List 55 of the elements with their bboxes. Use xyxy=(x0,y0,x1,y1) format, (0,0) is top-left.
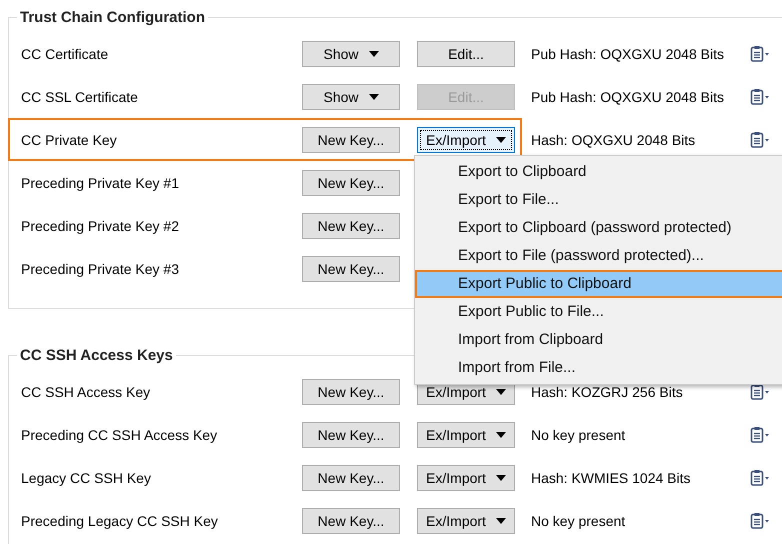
button[interactable]: New Key... xyxy=(302,422,400,448)
clipboard-icon[interactable] xyxy=(750,512,770,529)
key-info: Pub Hash: OQXGXU 2048 Bits xyxy=(531,46,725,62)
key-info: No key present xyxy=(531,426,626,442)
clipboard-icon[interactable] xyxy=(750,383,770,400)
dropdown-button[interactable]: Ex/Import xyxy=(417,126,515,152)
row-label: CC Private Key xyxy=(21,132,118,148)
dropdown-button[interactable]: Ex/Import xyxy=(417,464,515,490)
button[interactable]: New Key... xyxy=(302,378,400,404)
menu-item[interactable]: Export to Clipboard xyxy=(415,158,782,186)
button[interactable]: New Key... xyxy=(302,256,400,282)
row-label: Preceding Private Key #1 xyxy=(21,174,180,190)
dropdown-button[interactable]: Ex/Import xyxy=(417,508,515,534)
row-label: Preceding Private Key #2 xyxy=(21,218,180,234)
key-info: Hash: KWMIES 1024 Bits xyxy=(531,470,692,486)
button[interactable]: New Key... xyxy=(302,126,400,152)
button[interactable]: New Key... xyxy=(302,508,400,534)
group-title: Trust Chain Configuration xyxy=(19,9,206,26)
button[interactable]: New Key... xyxy=(302,212,400,238)
button[interactable]: Edit... xyxy=(417,40,515,66)
caret-icon xyxy=(496,474,506,480)
dropdown-button[interactable]: Show xyxy=(302,84,400,110)
row-label: CC SSL Certificate xyxy=(21,88,139,104)
key-info: Hash: OQXGXU 2048 Bits xyxy=(531,132,696,148)
row-label: Preceding CC SSH Access Key xyxy=(21,426,218,442)
row-label: Preceding Private Key #3 xyxy=(21,260,180,276)
key-info: Hash: KOZGRJ 256 Bits xyxy=(531,384,684,400)
row-label: Preceding Legacy CC SSH Key xyxy=(21,512,219,528)
clipboard-icon[interactable] xyxy=(750,131,770,148)
menu-item[interactable]: Export to File (password protected)... xyxy=(415,242,782,270)
button[interactable]: New Key... xyxy=(302,170,400,196)
menu-item[interactable]: Export Public to File... xyxy=(415,298,782,326)
clipboard-icon[interactable] xyxy=(750,88,770,105)
key-info: Pub Hash: OQXGXU 2048 Bits xyxy=(531,88,725,104)
key-info: No key present xyxy=(531,512,626,528)
caret-icon xyxy=(496,388,506,394)
group-title: CC SSH Access Keys xyxy=(19,347,174,364)
menu-item[interactable]: Export to Clipboard (password protected) xyxy=(415,214,782,242)
menu-item[interactable]: Export Public to Clipboard xyxy=(415,270,782,298)
menu-item[interactable]: Import from Clipboard xyxy=(415,326,782,354)
dropdown-button[interactable]: Ex/Import xyxy=(417,422,515,448)
button[interactable]: New Key... xyxy=(302,464,400,490)
caret-icon xyxy=(496,518,506,524)
caret-icon xyxy=(496,136,506,142)
row-label: CC SSH Access Key xyxy=(21,384,152,400)
clipboard-icon[interactable] xyxy=(750,469,770,486)
row-label: CC Certificate xyxy=(21,46,110,62)
menu-item[interactable]: Export to File... xyxy=(415,186,782,214)
caret-icon xyxy=(496,432,506,438)
caret-icon xyxy=(368,50,379,56)
dropdown-button[interactable]: Show xyxy=(302,40,400,66)
clipboard-icon[interactable] xyxy=(750,45,770,62)
caret-icon xyxy=(368,94,379,100)
row-label: Legacy CC SSH Key xyxy=(21,470,152,486)
clipboard-icon[interactable] xyxy=(750,426,770,443)
